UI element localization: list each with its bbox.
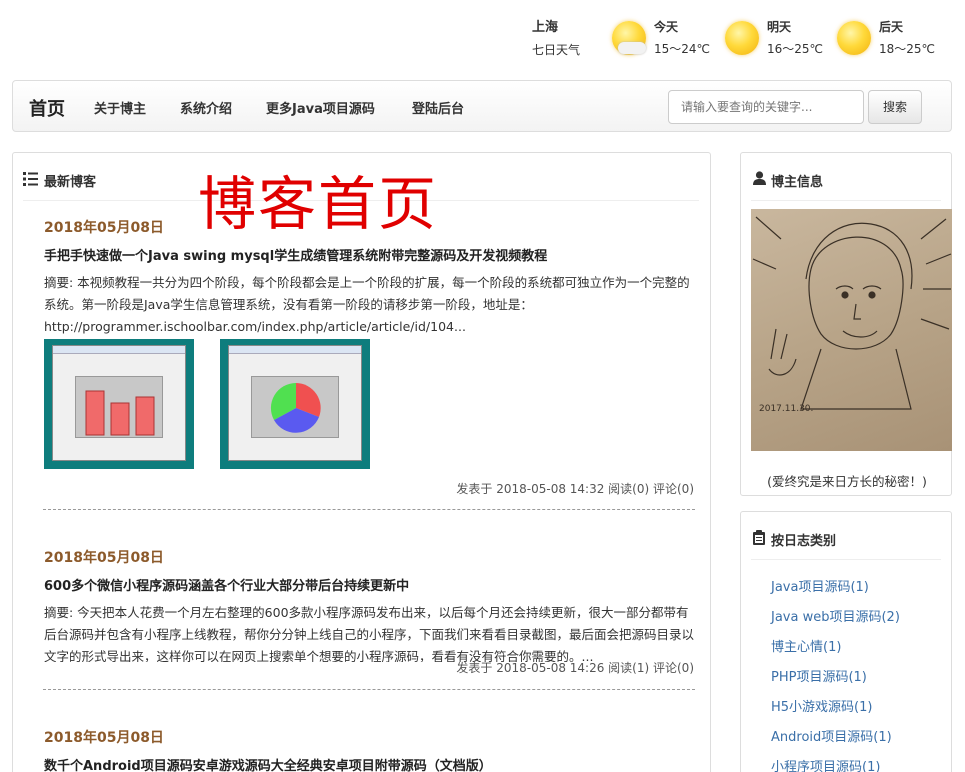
blogger-motto: (爱终究是来日方长的秘密！) xyxy=(767,474,927,489)
blogger-info-panel: 博主信息 2017.11.30. (爱终究是来日方长的秘密！) xyxy=(740,152,952,496)
sunny-icon xyxy=(837,21,871,55)
sunny-icon xyxy=(725,21,759,55)
post-meta-row: 发表于 2018-05-08 14:26 阅读(1) 评论(0) xyxy=(44,659,696,676)
weather-day-label: 明天 xyxy=(767,20,792,34)
blogger-info-title: 博主信息 xyxy=(771,175,824,190)
post-meta: 发表于 2018-05-08 14:26 阅读(1) 评论(0) xyxy=(456,661,694,675)
weather-day-temp: 18～25℃ xyxy=(879,42,936,56)
categories-title: 按日志类别 xyxy=(771,534,837,549)
blog-post: 2018年05月08日 数千个Android项目源码安卓游戏源码大全经典安卓项目… xyxy=(44,727,696,772)
nav-link-more-java[interactable]: 更多Java项目源码 xyxy=(266,98,375,117)
clipboard-icon xyxy=(753,530,765,545)
weather-subtitle: 七日天气 xyxy=(532,43,581,57)
post-title-link[interactable]: 600多个微信小程序源码涵盖各个行业大部分带后台持续更新中 xyxy=(44,575,696,594)
nav-link-about[interactable]: 关于博主 xyxy=(94,98,146,117)
post-meta-row: 发表于 2018-05-08 14:32 阅读(0) 评论(0) xyxy=(44,480,696,497)
category-link[interactable]: 博主心情(1) xyxy=(771,636,841,655)
post-screenshot-bar-chart[interactable] xyxy=(44,339,194,469)
weather-day-label: 后天 xyxy=(879,20,904,34)
latest-blogs-title: 最新博客 xyxy=(44,175,97,190)
search-button[interactable]: 搜索 xyxy=(868,90,922,124)
weather-day-temp: 15～24℃ xyxy=(654,42,711,56)
post-meta: 发表于 2018-05-08 14:32 阅读(0) 评论(0) xyxy=(456,482,694,496)
blogger-info-header: 博主信息 xyxy=(751,169,941,201)
post-date: 2018年05月08日 xyxy=(44,730,164,746)
post-date: 2018年05月08日 xyxy=(44,220,164,236)
nav-link-admin-login[interactable]: 登陆后台 xyxy=(412,98,464,117)
weather-day-temp: 16～25℃ xyxy=(767,42,824,56)
search-input[interactable] xyxy=(668,90,864,124)
bar-chart-thumbnail xyxy=(75,376,163,438)
blog-post: 2018年05月08日 手把手快速做一个Java swing mysql学生成绩… xyxy=(44,217,696,338)
category-link[interactable]: 小程序项目源码(1) xyxy=(771,756,880,772)
portrait-signature-date: 2017.11.30. xyxy=(759,404,813,414)
category-link[interactable]: PHP项目源码(1) xyxy=(771,666,867,685)
category-link[interactable]: Android项目源码(1) xyxy=(771,726,892,745)
nav-home-link[interactable]: 首页 xyxy=(29,95,65,121)
post-date: 2018年05月08日 xyxy=(44,550,164,566)
window-titlebar xyxy=(229,346,361,354)
bar-chart-graphic xyxy=(85,390,155,436)
latest-blogs-header: 最新博客 博客首页 xyxy=(23,169,699,238)
post-divider xyxy=(43,509,695,510)
categories-header: 按日志类别 xyxy=(751,528,941,560)
latest-blogs-panel: 最新博客 博客首页 2018年05月08日 手把手快速做一个Java swing… xyxy=(12,152,711,772)
weather-city-block: 上海 七日天气 xyxy=(532,18,580,58)
weather-city: 上海 xyxy=(532,20,559,35)
portrait-sketch: 2017.11.30. xyxy=(752,216,952,414)
pie-chart-graphic xyxy=(270,382,321,433)
category-link[interactable]: Java项目源码(1) xyxy=(771,576,869,595)
weather-day-label: 今天 xyxy=(654,20,679,34)
window-titlebar xyxy=(53,346,185,354)
weather-widget: 上海 七日天气 今天 15～24℃ 明天 16～25℃ 后天 18～25℃ xyxy=(532,18,952,63)
blogger-avatar: 2017.11.30. xyxy=(751,209,952,451)
user-icon xyxy=(753,171,766,185)
app-window xyxy=(228,345,362,461)
category-link[interactable]: Java web项目源码(2) xyxy=(771,606,900,625)
blog-post: 2018年05月08日 600多个微信小程序源码涵盖各个行业大部分带后台持续更新… xyxy=(44,547,696,662)
post-summary: 摘要: 今天把本人花费一个月左右整理的600多款小程序源码发布出来，以后每个月还… xyxy=(44,605,695,662)
post-divider xyxy=(43,689,695,690)
pie-chart-thumbnail xyxy=(251,376,339,438)
category-link[interactable]: H5小游戏源码(1) xyxy=(771,696,872,715)
post-screenshot-pie-chart[interactable] xyxy=(220,339,370,469)
app-window xyxy=(52,345,186,461)
post-title-link[interactable]: 数千个Android项目源码安卓游戏源码大全经典安卓项目附带源码（文档版） xyxy=(44,755,696,772)
navbar: 首页 关于博主 系统介绍 更多Java项目源码 登陆后台 搜索 xyxy=(12,80,952,132)
cloud-icon xyxy=(618,42,646,54)
post-summary: 摘要: 本视频教程一共分为四个阶段，每个阶段都会是上一个阶段的扩展，每一个阶段的… xyxy=(44,275,690,334)
nav-link-system-intro[interactable]: 系统介绍 xyxy=(180,98,232,117)
post-title-link[interactable]: 手把手快速做一个Java swing mysql学生成绩管理系统附带完整源码及开… xyxy=(44,245,696,264)
list-icon xyxy=(23,172,38,186)
categories-panel: 按日志类别 Java项目源码(1) Java web项目源码(2) 博主心情(1… xyxy=(740,511,952,772)
